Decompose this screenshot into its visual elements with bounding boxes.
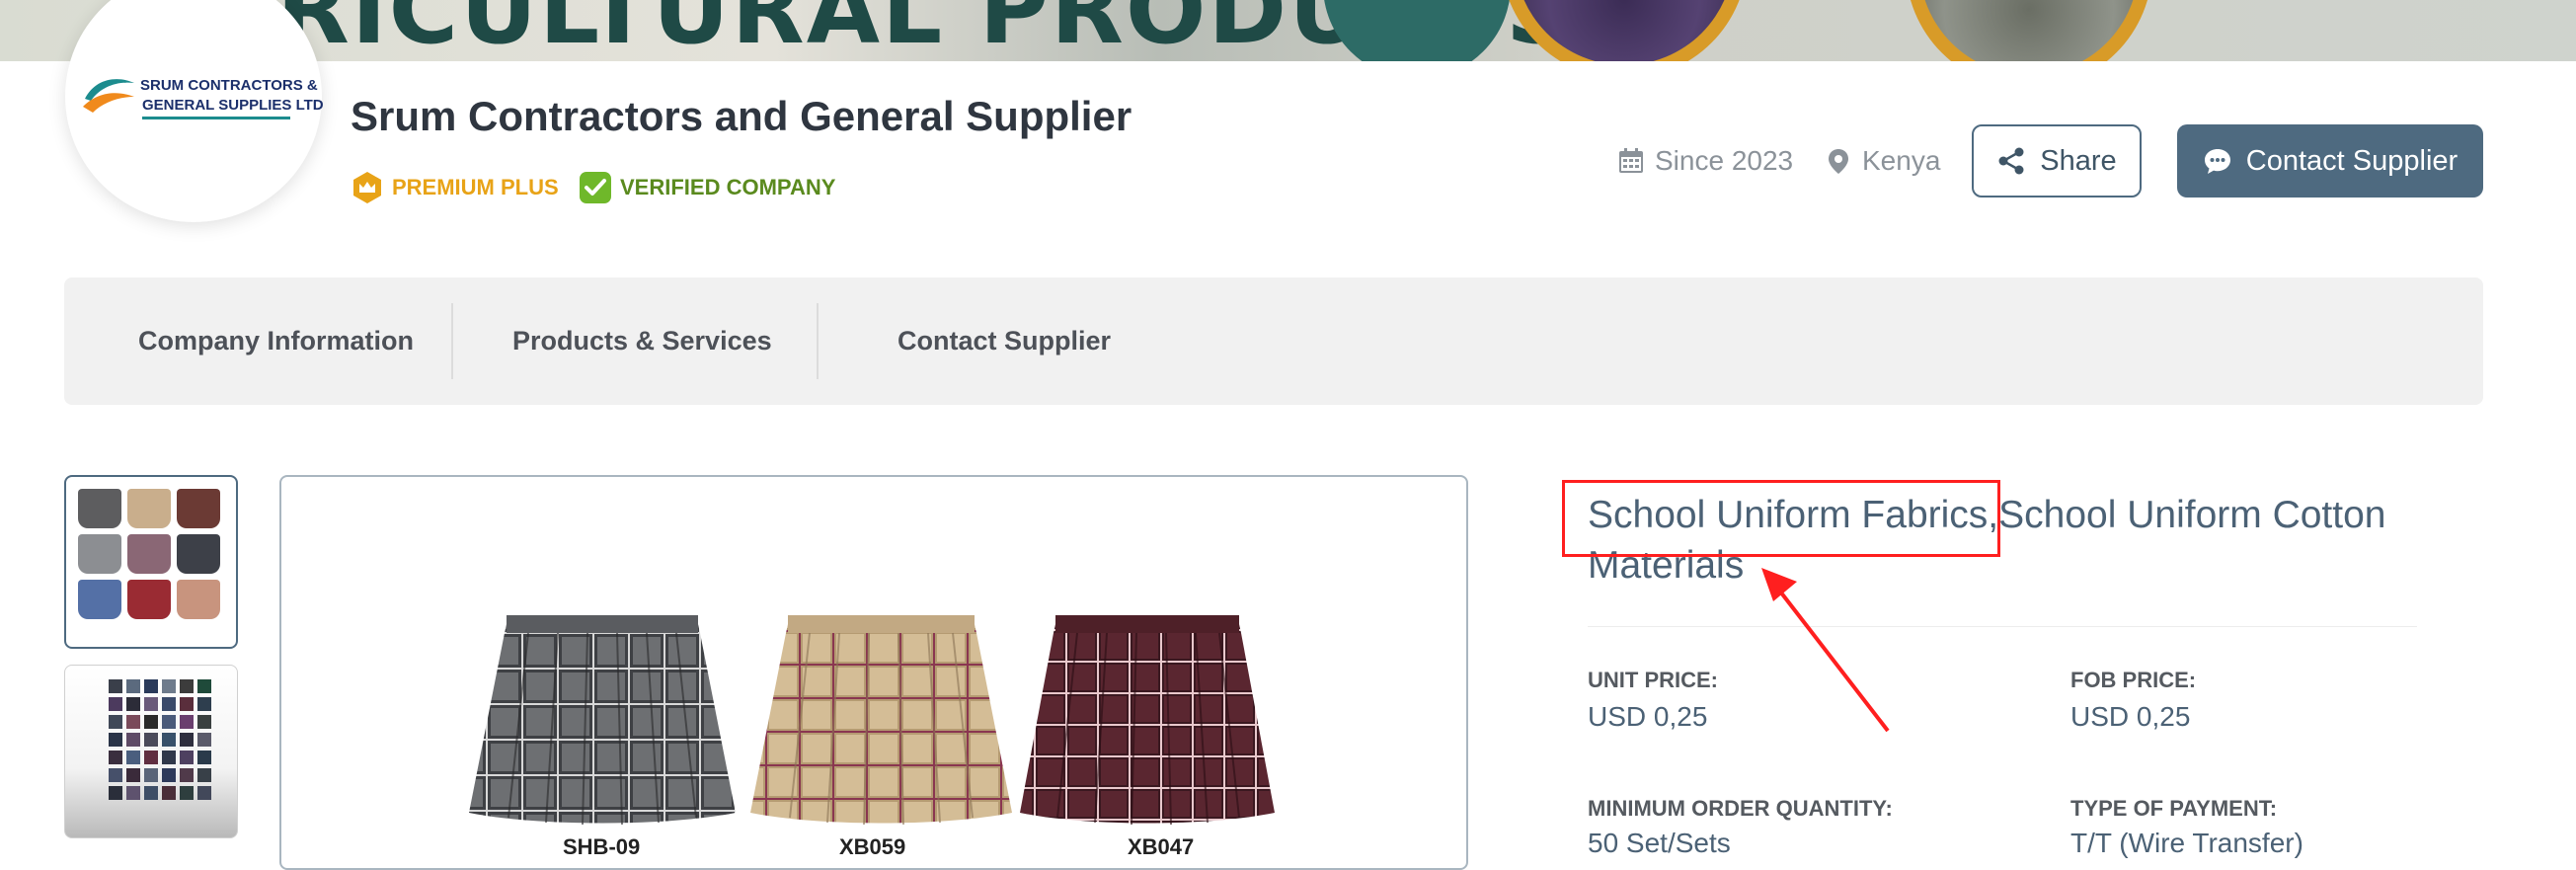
- payment-type-value: T/T (Wire Transfer): [2070, 828, 2303, 858]
- thumbnail-swatches: [78, 489, 220, 619]
- logo-underline: [142, 117, 290, 119]
- company-location-text: Kenya: [1862, 145, 1941, 176]
- verified-badge-label: VERIFIED COMPANY: [620, 175, 836, 199]
- logo-swoosh-icon: [83, 79, 134, 113]
- cover-banner: RICULTURAL PRODUCTS: [0, 0, 2576, 61]
- product-thumbnail-1[interactable]: [64, 475, 238, 649]
- tab-divider: [817, 303, 819, 379]
- product-thumbnail-2[interactable]: [64, 665, 238, 838]
- logo-text: GENERAL SUPPLIES LTD: [142, 97, 324, 114]
- verified-badge: VERIFIED COMPANY: [579, 170, 835, 205]
- founded-year: Since 2023: [1617, 144, 1793, 178]
- product-image-caption: XB047: [1128, 834, 1195, 859]
- product-image-caption: XB059: [839, 834, 906, 859]
- skirt-grey-plaid: [469, 615, 736, 826]
- crown-shield-icon: [353, 172, 381, 203]
- share-icon: [1998, 147, 2024, 175]
- moq-value: 50 Set/Sets: [1588, 828, 1731, 858]
- unit-price-label: UNIT PRICE:: [1588, 668, 1718, 692]
- share-button[interactable]: Share: [1972, 124, 2142, 198]
- tab-company-information[interactable]: Company Information: [138, 277, 414, 405]
- premium-badge: PREMIUM PLUS: [351, 170, 559, 205]
- thumbnail-swatches: [109, 679, 211, 800]
- founded-year-text: Since 2023: [1655, 145, 1794, 176]
- annotation-highlight-box: [1562, 480, 2000, 557]
- fob-price-value: USD 0,25: [2070, 701, 2191, 732]
- fob-price-label: FOB PRICE:: [2070, 668, 2197, 692]
- banner-photo-circle: [1323, 0, 1511, 61]
- company-location: Kenya: [1825, 144, 1940, 178]
- tab-products-services[interactable]: Products & Services: [512, 277, 772, 405]
- skirt-burgundy-plaid: [1020, 615, 1275, 826]
- tab-contact-supplier[interactable]: Contact Supplier: [898, 277, 1111, 405]
- annotation-arrow-icon: [1761, 568, 1890, 733]
- chat-icon: [2204, 149, 2230, 174]
- unit-price-value: USD 0,25: [1588, 701, 1708, 732]
- check-icon: [580, 172, 611, 203]
- contact-supplier-button[interactable]: Contact Supplier: [2177, 124, 2483, 198]
- skirt-beige-plaid: [750, 615, 1012, 826]
- moq-label: MINIMUM ORDER QUANTITY:: [1588, 796, 1893, 821]
- main-product-image[interactable]: SHB-09 XB059 XB047: [279, 475, 1468, 870]
- logo-text: SRUM CONTRACTORS &: [140, 77, 318, 94]
- tab-divider: [451, 303, 453, 379]
- product-image-caption: SHB-09: [563, 834, 641, 859]
- premium-badge-label: PREMIUM PLUS: [392, 175, 559, 199]
- company-nav-tabs: Company Information Products & Services …: [64, 277, 2483, 405]
- company-logo[interactable]: SRUM CONTRACTORS & GENERAL SUPPLIES LTD: [65, 0, 324, 222]
- calendar-icon: [1619, 148, 1643, 173]
- payment-type-label: TYPE OF PAYMENT:: [2070, 796, 2278, 821]
- banner-photo-circle: [1906, 0, 2152, 61]
- company-name: Srum Contractors and General Supplier: [351, 93, 1132, 139]
- location-pin-icon: [1829, 149, 1848, 174]
- title-divider: [1588, 626, 2417, 627]
- share-button-label: Share: [2040, 144, 2117, 177]
- contact-supplier-button-label: Contact Supplier: [2245, 144, 2459, 177]
